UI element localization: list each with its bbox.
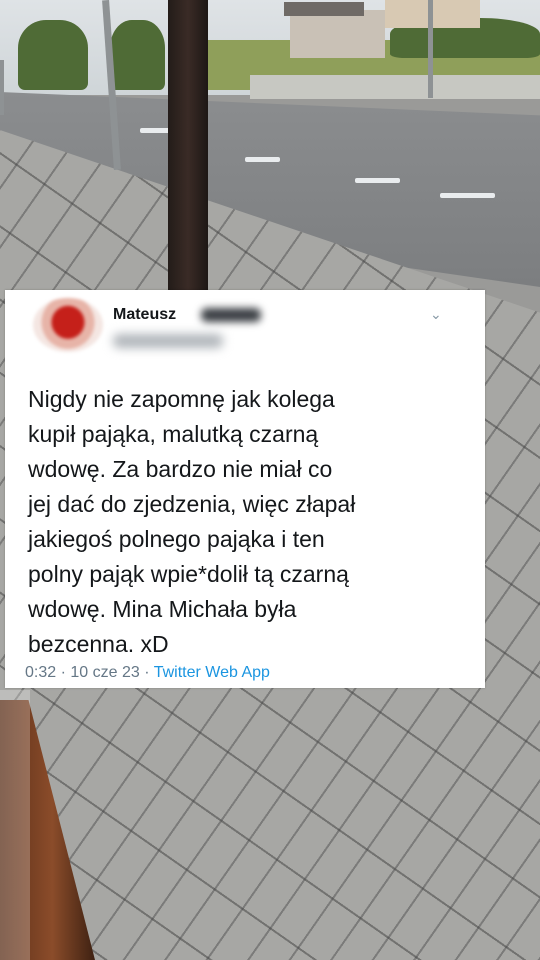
tweet-meta: 0:32 · 10 cze 23 · Twitter Web App xyxy=(25,664,270,682)
tweet-line: bezcenna. xD xyxy=(28,631,169,657)
censored-handle xyxy=(113,334,223,348)
tweet-time[interactable]: 0:32 xyxy=(25,664,56,681)
author-name[interactable]: Mateusz xyxy=(113,306,176,324)
road-marking xyxy=(440,193,495,198)
wall xyxy=(250,75,540,99)
glass-glare xyxy=(0,690,30,960)
house xyxy=(290,10,385,58)
tweet-line: jej dać do zjedzenia, więc złapał xyxy=(28,491,356,517)
road-marking xyxy=(355,178,400,183)
meta-separator: · xyxy=(144,664,150,681)
tree xyxy=(110,20,165,90)
tweet-line: polny pająk wpie*dolił tą czarną xyxy=(28,561,349,587)
tweet-line: kupił pająka, malutką czarną xyxy=(28,421,319,447)
tweet-line: jakiegoś polnego pająka i ten xyxy=(28,526,325,552)
road-marking xyxy=(245,157,280,162)
sign-pole xyxy=(428,0,433,98)
house-roof xyxy=(284,2,364,16)
meta-separator: · xyxy=(60,664,66,681)
censored-name xyxy=(201,308,261,322)
avatar[interactable] xyxy=(33,298,103,352)
tweet-line: wdowę. Za bardzo nie miał co xyxy=(28,456,333,482)
tweet-source-link[interactable]: Twitter Web App xyxy=(154,664,270,681)
chevron-down-icon[interactable]: ⌄ xyxy=(430,306,442,323)
tree xyxy=(18,20,88,90)
tweet-text: Nigdy nie zapomnę jak kolega kupił pająk… xyxy=(28,382,458,662)
tweet-card: Mateusz ⌄ Nigdy nie zapomnę jak kolega k… xyxy=(5,290,485,688)
tweet-line: wdowę. Mina Michała była xyxy=(28,596,297,622)
sign-pole xyxy=(0,60,4,115)
tweet-line: Nigdy nie zapomnę jak kolega xyxy=(28,386,335,412)
tweet-date[interactable]: 10 cze 23 xyxy=(70,664,139,681)
bus-stop-post xyxy=(168,0,208,290)
